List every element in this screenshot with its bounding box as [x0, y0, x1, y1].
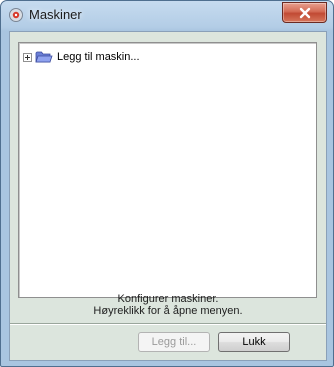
- close-window-button[interactable]: [282, 2, 327, 23]
- plus-expander-icon[interactable]: [23, 52, 32, 62]
- machine-icon: [9, 8, 23, 22]
- info-text-configure: Konfigurer maskiner.: [117, 293, 219, 305]
- add-button[interactable]: Legg til...: [138, 332, 210, 352]
- dialog-window: Maskiner Legg til maskin... Konfigurer m…: [0, 0, 334, 367]
- close-icon: [299, 7, 310, 18]
- dialog-client-area: Legg til maskin... Konfigurer maskiner. …: [9, 31, 327, 361]
- machine-tree-view[interactable]: Legg til maskin...: [18, 42, 317, 298]
- info-text-right-click: Høyreklikk for å åpne menyen.: [93, 305, 243, 317]
- close-button[interactable]: Lukk: [218, 332, 290, 352]
- window-title: Maskiner: [29, 7, 82, 22]
- folder-icon: [35, 51, 53, 63]
- divider: [10, 323, 326, 325]
- title-bar[interactable]: Maskiner: [1, 1, 333, 31]
- tree-item-label: Legg til maskin...: [57, 51, 140, 63]
- tree-item-add-machine[interactable]: Legg til maskin...: [23, 49, 140, 65]
